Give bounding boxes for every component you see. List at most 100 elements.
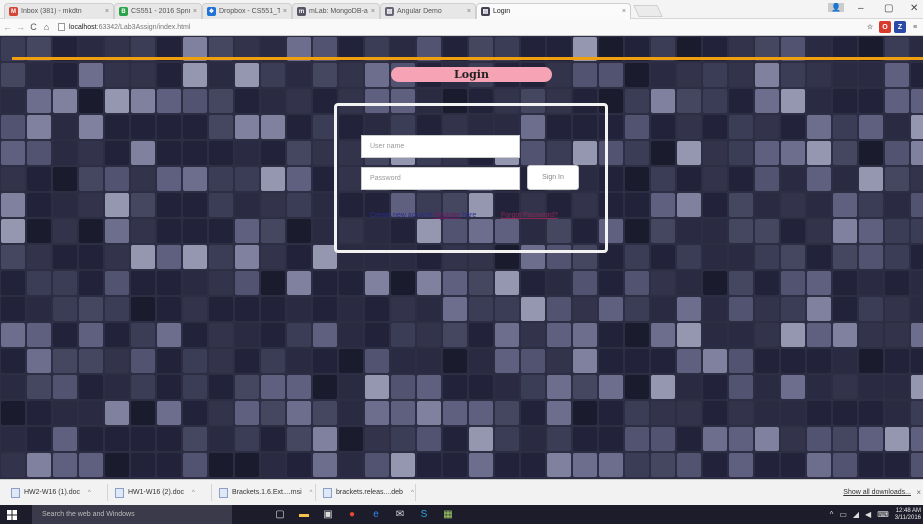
mosaic-tile: [27, 89, 51, 113]
battery-icon[interactable]: ▭: [839, 510, 847, 519]
mosaic-tile: [651, 141, 675, 165]
mosaic-tile: [53, 453, 77, 477]
mosaic-tile: [859, 63, 883, 87]
tab-cs551[interactable]: B CS551 - 2016 Spring ×: [114, 3, 202, 19]
mosaic-tile: [729, 271, 753, 295]
mosaic-tile: [885, 63, 909, 87]
tab-close-icon[interactable]: ×: [105, 8, 109, 15]
tab-close-icon[interactable]: ×: [193, 8, 197, 15]
mosaic-tile: [755, 193, 779, 217]
home-icon[interactable]: ⌂: [41, 22, 52, 32]
mosaic-tile: [573, 401, 597, 425]
profile-icon[interactable]: 👤: [828, 3, 844, 12]
wifi-icon[interactable]: ◢: [853, 510, 859, 519]
tab-inbox[interactable]: M Inbox (381) - mkdtn ×: [4, 3, 114, 19]
mosaic-tile: [209, 115, 233, 139]
menu-icon[interactable]: ≡: [909, 21, 921, 33]
mosaic-tile: [287, 167, 311, 191]
register-link[interactable]: Register: [434, 212, 460, 219]
mosaic-tile: [625, 323, 649, 347]
mosaic-tile: [131, 89, 155, 113]
mosaic-tile: [703, 297, 727, 321]
browser-tab-strip: M Inbox (381) - mkdtn × B CS551 - 2016 S…: [0, 0, 923, 19]
downloads-close-icon[interactable]: ×: [916, 488, 921, 497]
keyboard-icon[interactable]: ⌨: [877, 510, 889, 519]
address-bar[interactable]: localhost:63342/Lab3Assign/index.html: [58, 23, 190, 31]
mosaic-tile: [469, 427, 493, 451]
chevron-up-icon[interactable]: ^: [192, 490, 195, 496]
show-all-downloads-link[interactable]: Show all downloads...: [843, 489, 911, 496]
chevron-up-icon[interactable]: ^: [310, 490, 313, 496]
mosaic-tile: [833, 115, 857, 139]
mosaic-tile: [469, 401, 493, 425]
mosaic-tile: [729, 427, 753, 451]
mosaic-tile: [1, 141, 25, 165]
download-item[interactable]: brackets.releas....deb ^: [320, 484, 416, 501]
tray-expand-icon[interactable]: ^: [830, 510, 834, 519]
tab-mlab[interactable]: m mLab: MongoDB-a ×: [292, 3, 380, 19]
skype-icon[interactable]: S: [412, 505, 436, 524]
back-icon[interactable]: ←: [2, 22, 13, 32]
download-item[interactable]: HW2-W16 (1).doc ^: [8, 484, 108, 501]
mosaic-tile: [859, 193, 883, 217]
taskbar-clock[interactable]: 12:48 AM 3/11/2016: [895, 508, 921, 522]
start-button[interactable]: [0, 505, 24, 524]
mosaic-tile: [27, 193, 51, 217]
username-input[interactable]: User name: [361, 135, 520, 158]
mosaic-tile: [755, 349, 779, 373]
new-tab-button[interactable]: [633, 5, 663, 17]
file-explorer-icon[interactable]: ▬: [292, 505, 316, 524]
mosaic-tile: [183, 401, 207, 425]
mosaic-tile: [105, 401, 129, 425]
mosaic-tile: [573, 427, 597, 451]
mosaic-tile: [859, 89, 883, 113]
tab-close-icon[interactable]: ×: [283, 8, 287, 15]
password-input[interactable]: Password: [361, 167, 520, 190]
mosaic-tile: [53, 427, 77, 451]
mosaic-tile: [27, 63, 51, 87]
opera-extension-icon[interactable]: O: [879, 21, 891, 33]
volume-icon[interactable]: ◀: [865, 510, 871, 519]
minimize-icon[interactable]: –: [858, 3, 864, 14]
mosaic-tile: [235, 193, 259, 217]
download-item[interactable]: HW1-W16 (2).doc ^: [112, 484, 212, 501]
task-view-icon[interactable]: ▢: [268, 505, 292, 524]
tab-close-icon[interactable]: ×: [467, 8, 471, 15]
sign-in-button[interactable]: Sign In: [527, 165, 579, 190]
page-info-icon[interactable]: [58, 23, 65, 31]
zotero-extension-icon[interactable]: Z: [894, 21, 906, 33]
mosaic-tile: [859, 167, 883, 191]
chevron-up-icon[interactable]: ^: [411, 490, 414, 496]
maximize-icon[interactable]: ▢: [884, 3, 893, 14]
mosaic-tile: [781, 427, 805, 451]
chevron-up-icon[interactable]: ^: [88, 490, 91, 496]
app-icon[interactable]: ▦: [436, 505, 460, 524]
tab-angular-demo[interactable]: ▤ Angular Demo ×: [380, 3, 476, 19]
reload-icon[interactable]: C: [28, 22, 39, 32]
forward-icon[interactable]: →: [15, 22, 26, 32]
chrome-icon[interactable]: ●: [340, 505, 364, 524]
clock-date: 3/11/2016: [894, 514, 921, 521]
tab-dropbox[interactable]: ❖ Dropbox - CS551_T ×: [202, 3, 292, 19]
edge-icon[interactable]: e: [364, 505, 388, 524]
mosaic-tile: [79, 89, 103, 113]
forgot-password-link[interactable]: Forgot Password?: [501, 212, 558, 219]
mosaic-tile: [521, 401, 545, 425]
mosaic-tile: [261, 193, 285, 217]
tab-close-icon[interactable]: ×: [622, 8, 626, 15]
mosaic-tile: [365, 63, 389, 87]
download-item[interactable]: Brackets.1.6.Ext....msi ^: [216, 484, 316, 501]
tab-label: Inbox (381) - mkdtn: [21, 8, 82, 15]
mosaic-tile: [1, 167, 25, 191]
bookmark-star-icon[interactable]: ☆: [864, 21, 876, 33]
window-close-icon[interactable]: ✕: [910, 3, 918, 14]
mosaic-tile: [79, 167, 103, 191]
mosaic-tile: [183, 271, 207, 295]
tab-close-icon[interactable]: ×: [371, 8, 375, 15]
mosaic-tile: [729, 297, 753, 321]
store-icon[interactable]: ▣: [316, 505, 340, 524]
mosaic-tile: [391, 427, 415, 451]
tab-login[interactable]: ▤ Login ×: [476, 3, 631, 19]
outlook-icon[interactable]: ✉: [388, 505, 412, 524]
taskbar-search-input[interactable]: Search the web and Windows: [32, 505, 232, 524]
